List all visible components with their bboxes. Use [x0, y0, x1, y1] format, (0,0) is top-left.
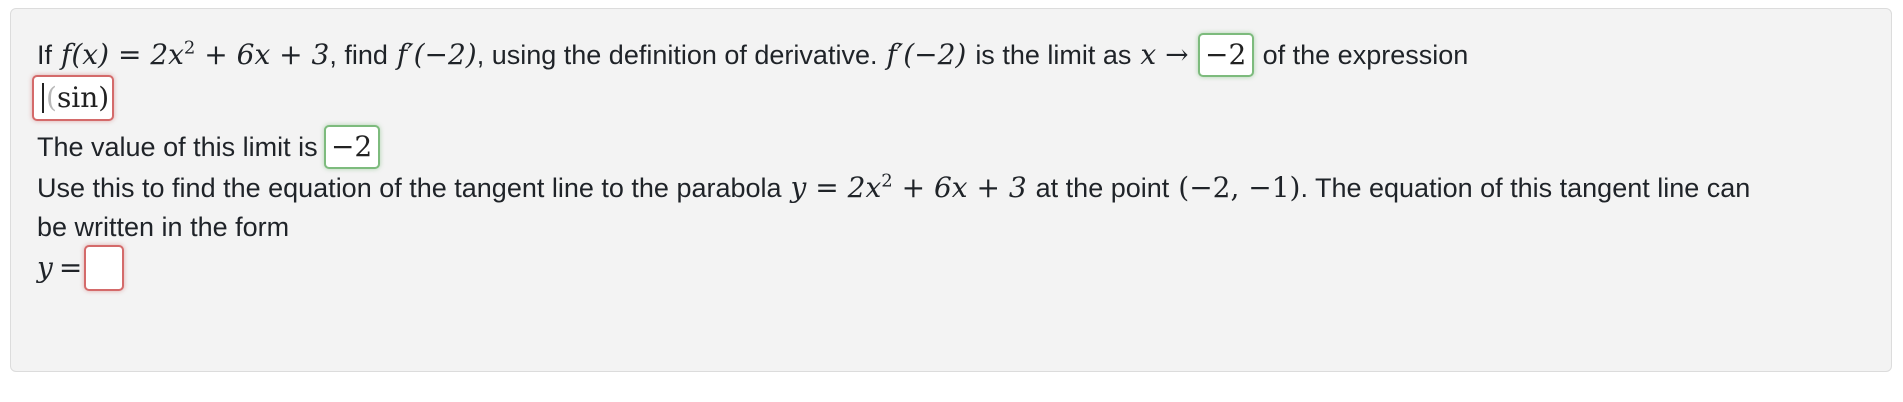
poly-rest: + 6x + 3 [901, 171, 1027, 204]
close-paren: ) [98, 81, 110, 114]
find-text: , find [329, 40, 388, 70]
tangent-line-answer-box[interactable] [84, 245, 125, 291]
problem-card: If f(x) = 2x2 + 6x + 3 , find f′(−2) , u… [10, 8, 1892, 372]
poly-term-a: 2x [150, 38, 184, 71]
fprime-at-minus-2: f′(−2) [396, 38, 477, 71]
tangent-intro-text: Use this to find the equation of the tan… [37, 173, 782, 203]
function-definition: f(x) = 2x2 + 6x + 3 [61, 37, 329, 73]
point-coordinates: (−2, −1) [1178, 171, 1301, 204]
x-variable: x [1140, 38, 1157, 71]
equals-sign: = [58, 251, 83, 284]
question-line-1: If f(x) = 2x2 + 6x + 3 , find f′(−2) , u… [37, 33, 1468, 77]
expression-content: sin [56, 81, 99, 114]
y-variable: y [37, 251, 53, 284]
question-line-6: y = [37, 245, 125, 291]
fprime-at-minus-2-b: f′(−2) [886, 38, 967, 71]
definition-text: , using the definition of derivative. [476, 40, 878, 70]
tangent-equation-text: . The equation of this tangent line can [1300, 173, 1751, 203]
text-cursor [42, 83, 44, 113]
question-line-3: The value of this limit is −2 [37, 125, 380, 169]
fx-lhs: f(x) [61, 38, 110, 71]
question-line-2: ( sin ) [32, 75, 114, 121]
open-paren: ( [46, 81, 57, 114]
parabola-equation: y = 2x2 + 6x + 3 [791, 170, 1027, 206]
limit-text: is the limit as [975, 40, 1132, 70]
question-line-5: be written in the form [37, 209, 289, 245]
arrow-symbol: → [1165, 38, 1189, 71]
point-text: at the point [1035, 173, 1170, 203]
question-line-4: Use this to find the equation of the tan… [37, 170, 1750, 206]
limit-value-answer-box[interactable]: −2 [323, 125, 380, 169]
limit-point-answer-box[interactable]: −2 [1197, 33, 1254, 77]
form-text: be written in the form [37, 212, 290, 242]
y-variable: y [790, 171, 807, 204]
limit-value-text: The value of this limit is [37, 132, 318, 162]
poly-rest: + 6x + 3 [204, 38, 330, 71]
suffix-text: of the expression [1262, 40, 1469, 70]
prefix-text: If [37, 40, 53, 70]
poly-term-a: 2x [847, 171, 882, 204]
exponent: 2 [881, 170, 893, 192]
equals-sign: = [815, 171, 839, 204]
exponent: 2 [183, 37, 196, 59]
expression-answer-box[interactable]: ( sin ) [32, 75, 114, 121]
equals-sign: = [117, 38, 142, 71]
